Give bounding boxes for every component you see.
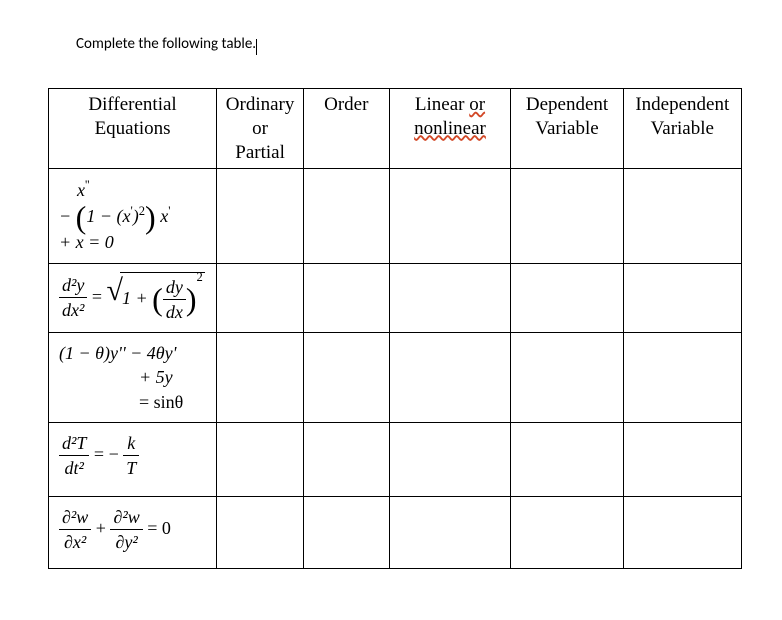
col-header-equations: Differential Equations <box>49 89 217 169</box>
col-header-order: Order <box>304 89 390 169</box>
blank-cell <box>389 263 511 333</box>
table-row: d²y dx² = √ 1 + (dydx)2 <box>49 263 742 333</box>
blank-cell <box>217 497 304 569</box>
blank-cell <box>217 169 304 263</box>
instruction-text: Complete the following table. <box>76 35 257 53</box>
wavy-underline: or <box>469 94 485 115</box>
diffeq-table: Differential Equations Ordinary or Parti… <box>48 88 742 569</box>
blank-cell <box>623 263 741 333</box>
wavy-underline: nonlinear <box>414 118 486 139</box>
col-header-dependent: Dependent Variable <box>511 89 623 169</box>
blank-cell <box>623 333 741 423</box>
equation-cell-1: x'' − (1 − (x')2) x' + x = 0 <box>49 169 217 263</box>
blank-cell <box>217 423 304 497</box>
blank-cell <box>511 423 623 497</box>
blank-cell <box>623 423 741 497</box>
blank-cell <box>511 333 623 423</box>
col-header-linear-nonlinear: Linear or nonlinear <box>389 89 511 169</box>
blank-cell <box>511 497 623 569</box>
table-row: (1 − θ)y'' − 4θy' + 5y = sinθ <box>49 333 742 423</box>
blank-cell <box>304 263 390 333</box>
equation-cell-4: d²T dt² = − k T <box>49 423 217 497</box>
equation-cell-5: ∂²w ∂x² + ∂²w ∂y² = 0 <box>49 497 217 569</box>
table-header-row: Differential Equations Ordinary or Parti… <box>49 89 742 169</box>
blank-cell <box>217 333 304 423</box>
blank-cell <box>623 497 741 569</box>
table-row: x'' − (1 − (x')2) x' + x = 0 <box>49 169 742 263</box>
blank-cell <box>389 333 511 423</box>
blank-cell <box>389 497 511 569</box>
col-header-ordinary-partial: Ordinary or Partial <box>217 89 304 169</box>
blank-cell <box>389 169 511 263</box>
text-cursor <box>256 39 257 55</box>
blank-cell <box>304 497 390 569</box>
blank-cell <box>217 263 304 333</box>
table-row: d²T dt² = − k T <box>49 423 742 497</box>
instruction-label: Complete the following table. <box>76 35 256 53</box>
blank-cell <box>511 169 623 263</box>
blank-cell <box>623 169 741 263</box>
blank-cell <box>511 263 623 333</box>
blank-cell <box>304 423 390 497</box>
col-header-independent: Independent Variable <box>623 89 741 169</box>
table-row: ∂²w ∂x² + ∂²w ∂y² = 0 <box>49 497 742 569</box>
blank-cell <box>304 333 390 423</box>
blank-cell <box>389 423 511 497</box>
blank-cell <box>304 169 390 263</box>
equation-cell-2: d²y dx² = √ 1 + (dydx)2 <box>49 263 217 333</box>
equation-cell-3: (1 − θ)y'' − 4θy' + 5y = sinθ <box>49 333 217 423</box>
